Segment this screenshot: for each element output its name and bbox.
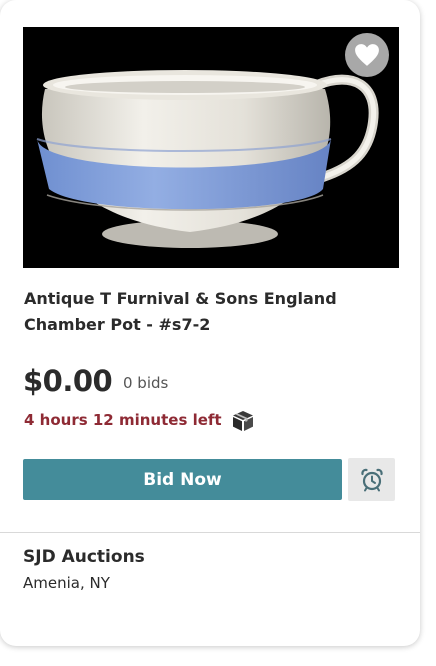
listing-photo[interactable] xyxy=(23,27,399,268)
bid-now-button[interactable]: Bid Now xyxy=(23,459,342,500)
chamber-pot-image xyxy=(23,27,399,268)
favorite-button[interactable] xyxy=(345,33,389,77)
seller-location: Amenia, NY xyxy=(23,574,110,592)
alarm-clock-icon xyxy=(360,468,383,491)
section-divider xyxy=(0,532,420,533)
package-icon xyxy=(231,410,255,432)
time-left: 4 hours 12 minutes left xyxy=(24,411,222,429)
listing-card[interactable]: Antique T Furnival & Sons England Chambe… xyxy=(0,0,420,646)
seller-name[interactable]: SJD Auctions xyxy=(23,547,145,567)
heart-icon xyxy=(355,44,379,66)
current-price: $0.00 xyxy=(23,364,113,398)
reminder-button[interactable] xyxy=(348,458,395,501)
listing-title[interactable]: Antique T Furnival & Sons England Chambe… xyxy=(24,286,384,338)
bid-count: 0 bids xyxy=(123,374,169,392)
